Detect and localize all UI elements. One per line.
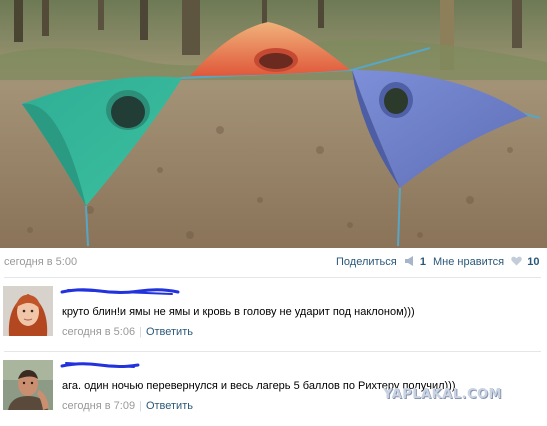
reply-link[interactable]: Ответить <box>146 400 193 412</box>
avatar[interactable] <box>3 286 53 336</box>
like-label: Мне нравится <box>433 256 505 268</box>
author-name-redacted <box>60 362 140 368</box>
post-timestamp[interactable]: сегодня в 5:00 <box>4 256 77 268</box>
like-count: 10 <box>527 256 540 268</box>
comment-item: круто блин!и ямы не ямы и кровь в голову… <box>0 286 547 358</box>
watermark: YAPLAKAL.COM <box>383 387 502 402</box>
post-meta: сегодня в 5:00 Поделиться 1 Мне нравится… <box>0 248 547 276</box>
share-label: Поделиться <box>336 256 397 268</box>
reply-link[interactable]: Ответить <box>146 326 193 338</box>
heart-icon <box>511 256 522 266</box>
avatar[interactable] <box>3 360 53 410</box>
divider <box>4 351 541 352</box>
author-name-redacted <box>60 288 180 295</box>
comment-timestamp[interactable]: сегодня в 5:06 <box>62 326 135 338</box>
post-photo[interactable] <box>0 0 547 248</box>
avatar-image <box>3 360 53 410</box>
comment-text: круто блин!и ямы не ямы и кровь в голову… <box>62 306 415 318</box>
comment-timestamp[interactable]: сегодня в 7:09 <box>62 400 135 412</box>
comment-meta: сегодня в 5:06 | Ответить <box>62 326 193 338</box>
separator: | <box>139 400 142 412</box>
megaphone-icon <box>404 256 413 266</box>
divider <box>4 277 541 278</box>
tree-tents-photo <box>0 0 547 248</box>
avatar-image <box>3 286 53 336</box>
separator: | <box>139 326 142 338</box>
share-count: 1 <box>419 256 426 268</box>
like-button[interactable]: Мне нравится 10 <box>433 256 539 268</box>
share-button[interactable]: Поделиться 1 <box>336 256 426 268</box>
comment-meta: сегодня в 7:09 | Ответить <box>62 400 193 412</box>
